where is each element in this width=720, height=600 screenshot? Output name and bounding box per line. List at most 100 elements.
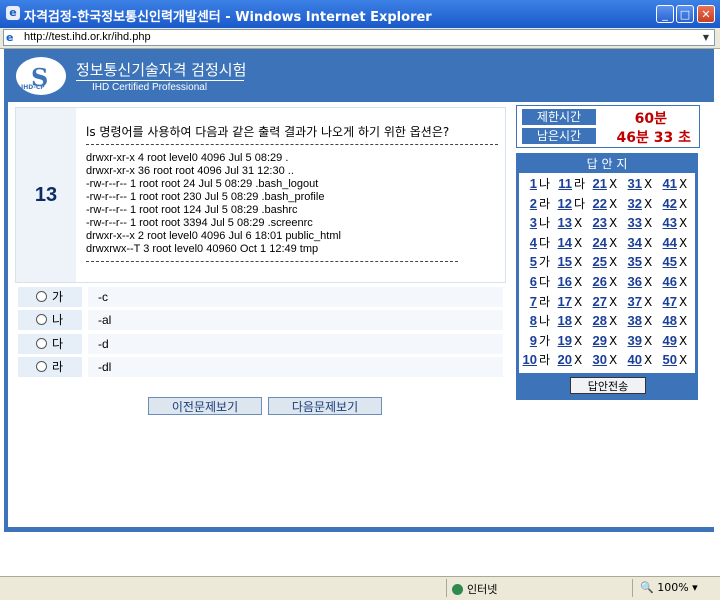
answer-question-link[interactable]: 11	[554, 175, 572, 193]
answer-question-link[interactable]: 39	[624, 332, 642, 350]
answer-question-link[interactable]: 18	[554, 312, 572, 330]
radio-na[interactable]	[36, 314, 47, 325]
answer-cell[interactable]: 42 X	[659, 195, 703, 213]
zone-label: 인터넷	[467, 583, 498, 596]
answer-question-link[interactable]: 10	[519, 351, 537, 369]
answer-cell[interactable]: 48 X	[659, 312, 703, 330]
option-text: -c	[88, 287, 503, 307]
option-text: -al	[88, 310, 503, 330]
answer-question-link[interactable]: 21	[589, 175, 607, 193]
answer-question-link[interactable]: 25	[589, 253, 607, 271]
option-ga[interactable]: 가 -c	[18, 287, 503, 307]
answer-cell[interactable]: 44 X	[659, 234, 703, 252]
address-input[interactable]: e http://test.ihd.or.kr/ihd.php ▼	[3, 29, 715, 46]
chevron-down-icon[interactable]: ▼	[700, 31, 712, 44]
answer-question-link[interactable]: 30	[589, 351, 607, 369]
option-label-ga[interactable]: 가	[18, 287, 82, 307]
answer-question-link[interactable]: 24	[589, 234, 607, 252]
answer-question-link[interactable]: 16	[554, 273, 572, 291]
answer-question-link[interactable]: 19	[554, 332, 572, 350]
answer-question-link[interactable]: 47	[659, 293, 677, 311]
answer-value: X	[574, 294, 583, 309]
answer-question-link[interactable]: 48	[659, 312, 677, 330]
answer-value: X	[609, 275, 618, 289]
answer-question-link[interactable]: 50	[659, 351, 677, 369]
answer-question-link[interactable]: 42	[659, 195, 677, 213]
answer-question-link[interactable]: 40	[624, 351, 642, 369]
maximize-button[interactable]: □	[676, 5, 694, 23]
answer-question-link[interactable]: 23	[589, 214, 607, 232]
option-na[interactable]: 나 -al	[18, 310, 503, 330]
answer-question-link[interactable]: 33	[624, 214, 642, 232]
answer-question-link[interactable]: 29	[589, 332, 607, 350]
answer-value: X	[679, 314, 688, 329]
answer-value: X	[609, 177, 618, 191]
answer-question-link[interactable]: 32	[624, 195, 642, 213]
next-question-button[interactable]: 다음문제보기	[268, 397, 382, 415]
radio-ga[interactable]	[36, 291, 47, 302]
zoom-control[interactable]: 🔍 100% ▾	[640, 581, 698, 594]
answer-cell[interactable]: 45 X	[659, 253, 703, 271]
answer-question-link[interactable]: 17	[554, 293, 572, 311]
answer-cell[interactable]: 49 X	[659, 332, 703, 350]
answer-question-link[interactable]: 43	[659, 214, 677, 232]
answer-value: X	[644, 314, 653, 329]
close-button[interactable]: ✕	[697, 5, 715, 23]
answer-question-link[interactable]: 14	[554, 234, 572, 252]
answer-question-link[interactable]: 34	[624, 234, 642, 252]
answer-value: X	[679, 294, 688, 309]
title-divider	[76, 80, 244, 81]
option-label-ra[interactable]: 라	[18, 357, 82, 377]
answer-question-link[interactable]: 49	[659, 332, 677, 350]
answer-question-link[interactable]: 45	[659, 253, 677, 271]
answer-question-link[interactable]: 46	[659, 273, 677, 291]
answer-question-link[interactable]: 44	[659, 234, 677, 252]
answer-question-link[interactable]: 7	[519, 293, 537, 311]
answer-grid: 1 나 2 라 3 나 4 다 5 가 6 다 7 라 8 나 9 가 10 라 11 라 12 다 13 X 14 X 15 X 16 X 1…	[519, 173, 695, 373]
answer-question-link[interactable]: 8	[519, 312, 537, 330]
answer-cell[interactable]: 50 X	[659, 351, 703, 369]
submit-answers-button[interactable]: 답안전송	[570, 377, 646, 394]
answer-question-link[interactable]: 3	[519, 214, 537, 232]
option-letter: 가	[52, 290, 64, 304]
answer-question-link[interactable]: 28	[589, 312, 607, 330]
answer-value: X	[609, 353, 618, 368]
answer-question-link[interactable]: 36	[624, 273, 642, 291]
answer-question-link[interactable]: 6	[519, 273, 537, 291]
answer-question-link[interactable]: 22	[589, 195, 607, 213]
answer-question-link[interactable]: 41	[659, 175, 677, 193]
answer-question-link[interactable]: 26	[589, 273, 607, 291]
answer-cell[interactable]: 46 X	[659, 273, 703, 291]
option-label-da[interactable]: 다	[18, 334, 82, 354]
answer-question-link[interactable]: 12	[554, 195, 572, 213]
answer-question-link[interactable]: 27	[589, 293, 607, 311]
prev-question-button[interactable]: 이전문제보기	[148, 397, 262, 415]
answer-question-link[interactable]: 5	[519, 253, 537, 271]
answer-question-link[interactable]: 4	[519, 234, 537, 252]
output-line: drwxr-xr-x 4 root level0 4096 Jul 5 08:2…	[86, 152, 289, 164]
answer-question-link[interactable]: 1	[519, 175, 537, 193]
answer-question-link[interactable]: 31	[624, 175, 642, 193]
answer-question-link[interactable]: 38	[624, 312, 642, 330]
radio-da[interactable]	[36, 338, 47, 349]
answer-question-link[interactable]: 9	[519, 332, 537, 350]
answer-cell[interactable]: 41 X	[659, 175, 703, 193]
answer-question-link[interactable]: 35	[624, 253, 642, 271]
answer-value: X	[679, 177, 688, 191]
answer-question-link[interactable]: 15	[554, 253, 572, 271]
time-remaining-value: 46분 33 초	[616, 130, 691, 146]
option-label-na[interactable]: 나	[18, 310, 82, 330]
radio-ra[interactable]	[36, 361, 47, 372]
answer-question-link[interactable]: 20	[554, 351, 572, 369]
answer-value: X	[679, 333, 688, 348]
answer-question-link[interactable]: 13	[554, 214, 572, 232]
option-ra[interactable]: 라 -dl	[18, 357, 503, 377]
answer-cell[interactable]: 47 X	[659, 293, 703, 311]
answer-value: X	[609, 196, 618, 211]
answer-question-link[interactable]: 2	[519, 195, 537, 213]
answer-question-link[interactable]: 37	[624, 293, 642, 311]
answer-value: 다	[539, 235, 551, 250]
option-da[interactable]: 다 -d	[18, 334, 503, 354]
answer-cell[interactable]: 43 X	[659, 214, 703, 232]
minimize-button[interactable]: _	[656, 5, 674, 23]
